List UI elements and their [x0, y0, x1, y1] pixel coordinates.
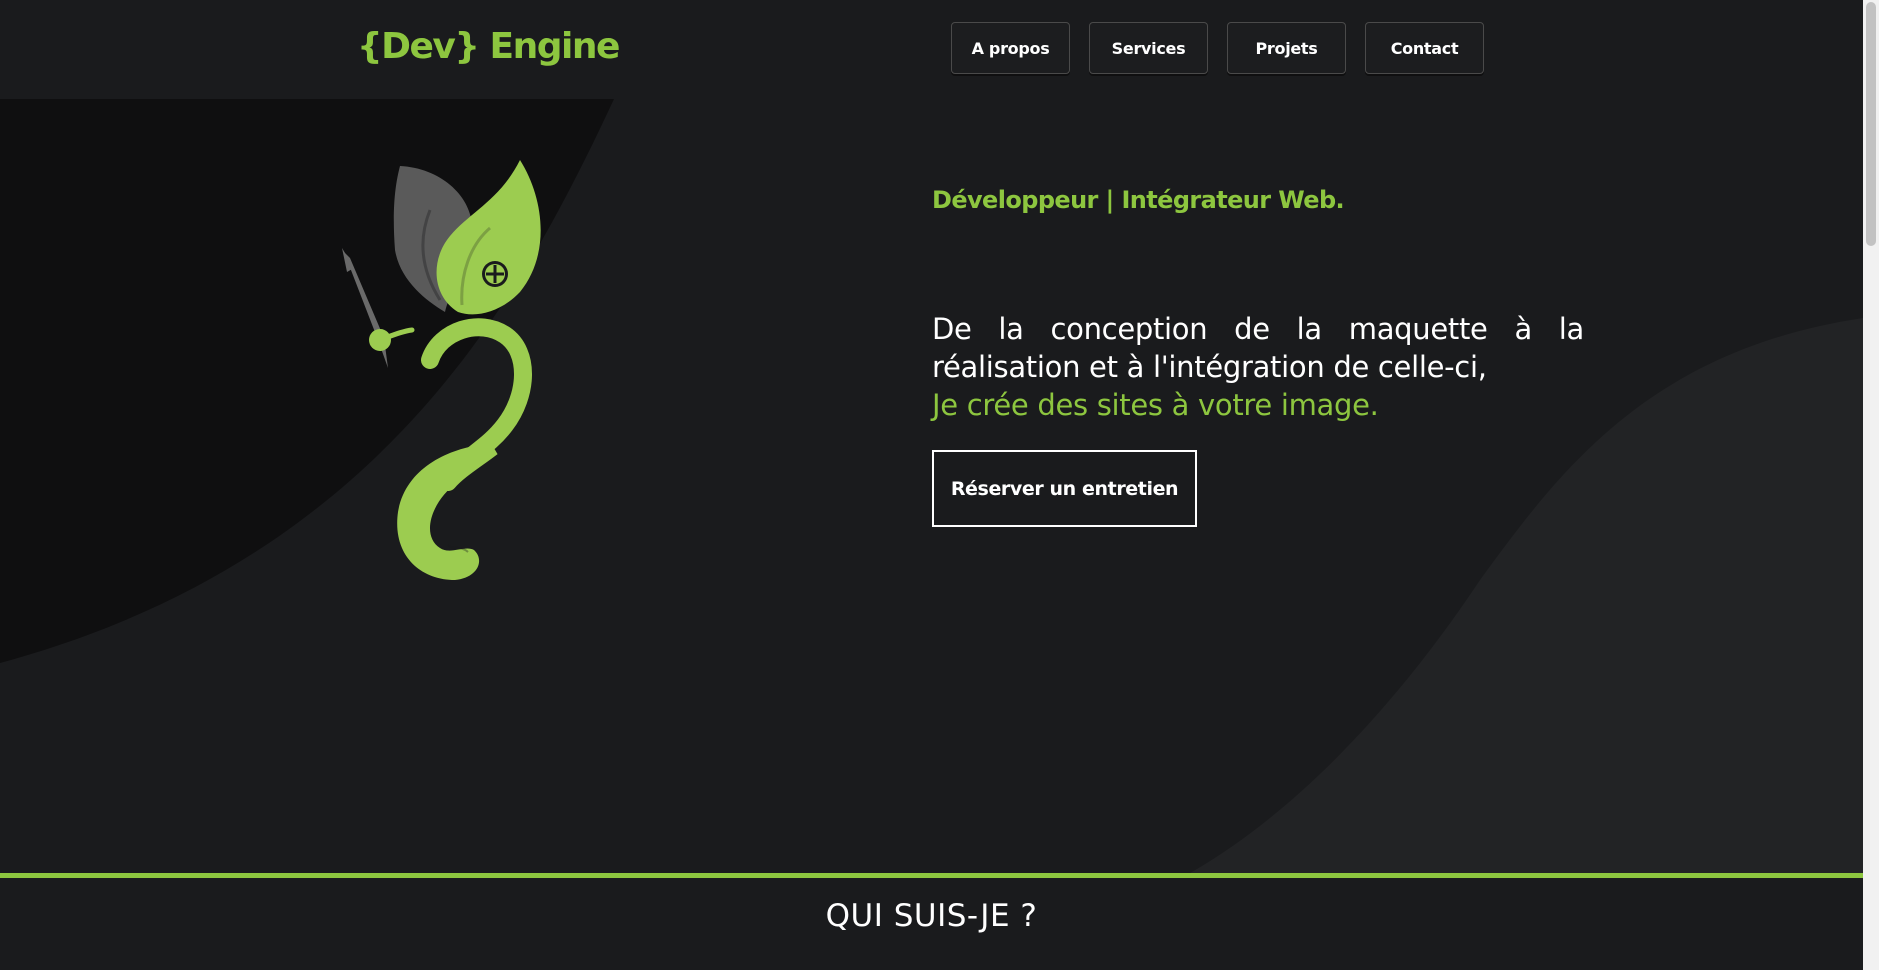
leaf-brush-logo-icon	[342, 160, 541, 580]
nav-item-services[interactable]: Services	[1089, 22, 1208, 74]
site-logo[interactable]: {Dev} Engine	[357, 26, 620, 67]
hero-description: De la conception de la maquette à la réa…	[932, 312, 1584, 384]
nav-item-a-propos[interactable]: A propos	[951, 22, 1070, 74]
page: {Dev} Engine A propos Services Projets C…	[0, 0, 1863, 970]
scrollbar-thumb[interactable]	[1866, 2, 1876, 246]
nav-item-contact[interactable]: Contact	[1365, 22, 1484, 74]
about-section-title: QUI SUIS-JE ?	[825, 898, 1038, 934]
hero-description-accent: Je crée des sites à votre image.	[932, 388, 1379, 422]
site-header: {Dev} Engine A propos Services Projets C…	[0, 0, 1863, 99]
nav-item-projets[interactable]: Projets	[1227, 22, 1346, 74]
hero-tagline: Développeur | Intégrateur Web.	[932, 186, 1345, 214]
section-divider	[0, 873, 1863, 878]
book-meeting-button[interactable]: Réserver un entretien	[932, 450, 1197, 527]
vertical-scrollbar[interactable]	[1863, 0, 1879, 970]
main-nav: A propos Services Projets Contact	[951, 22, 1484, 74]
